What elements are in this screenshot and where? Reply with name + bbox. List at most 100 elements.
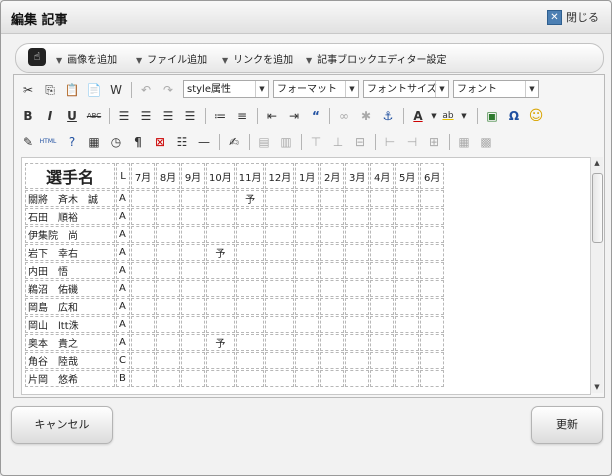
unlink-icon[interactable]: ✱ <box>357 107 375 125</box>
clean-format-icon[interactable]: ✎ <box>19 133 37 151</box>
chevron-down-icon: ▼ <box>255 81 268 97</box>
table-cell-icon[interactable]: ▥ <box>277 133 295 151</box>
update-button[interactable]: 更新 <box>531 406 603 444</box>
hand-icon[interactable]: ☝ <box>28 48 46 66</box>
month-cell <box>206 208 235 225</box>
font-select[interactable]: フォント ▼ <box>453 80 539 98</box>
link-icon[interactable]: ∞ <box>335 107 353 125</box>
underline-icon[interactable]: U <box>63 107 81 125</box>
strikethrough-icon[interactable]: ABC <box>85 107 103 125</box>
table-row-icon[interactable]: ▤ <box>255 133 273 151</box>
month-cell <box>265 352 295 369</box>
editor-content-area[interactable]: 選手名 L 7月 8月 9月 10月 11月 12月 1月 2月 3月 4月 5… <box>21 157 591 395</box>
indent-icon[interactable]: ⇥ <box>285 107 303 125</box>
dialog-title: 編集 記事 <box>11 13 68 28</box>
player-name-cell: 伊集院 尚 <box>25 226 115 243</box>
scroll-down-icon[interactable]: ▼ <box>591 381 603 393</box>
month-cell <box>395 226 420 243</box>
month-cell <box>206 190 235 207</box>
chevron-down-icon[interactable]: ▼ <box>455 107 473 125</box>
editor-scrollbar[interactable]: ▲ ▼ <box>590 157 603 393</box>
align-center-icon[interactable]: ☰ <box>137 107 155 125</box>
bullet-list-icon[interactable]: ≔ <box>211 107 229 125</box>
month-cell <box>345 190 370 207</box>
month-cell <box>235 298 265 315</box>
month-cell <box>320 190 345 207</box>
undo-icon[interactable]: ↶ <box>137 81 155 99</box>
help-icon[interactable]: ? <box>63 133 81 151</box>
line-icon[interactable]: — <box>195 133 213 151</box>
merge-cells-icon[interactable]: ▩ <box>477 133 495 151</box>
image-icon[interactable]: ▣ <box>483 107 501 125</box>
header-cell: 8月 <box>156 163 180 189</box>
paste-word-icon[interactable]: W <box>107 81 125 99</box>
paste-icon[interactable]: 📋 <box>63 81 81 99</box>
menu-block-editor-settings[interactable]: ▼ 記事ブロックエディター設定 <box>306 51 446 66</box>
month-cell <box>420 190 445 207</box>
league-cell: A <box>116 226 130 243</box>
paragraph-icon[interactable]: ¶ <box>129 133 147 151</box>
menu-add-file[interactable]: ▼ ファイル追加 <box>136 51 207 66</box>
scroll-thumb[interactable] <box>592 173 603 243</box>
cut-icon[interactable]: ✂ <box>19 81 37 99</box>
toolbar-separator <box>219 134 220 150</box>
italic-icon[interactable]: I <box>41 107 59 125</box>
header-cell: 12月 <box>265 163 295 189</box>
month-cell <box>320 280 345 297</box>
menu-add-image[interactable]: ▼ 画像を追加 <box>56 51 117 66</box>
redo-icon[interactable]: ↷ <box>159 81 177 99</box>
format-select[interactable]: フォーマット ▼ <box>273 80 359 98</box>
omega-icon[interactable]: Ω <box>505 107 523 125</box>
blockquote-icon[interactable]: “ <box>307 107 325 125</box>
month-cell <box>395 316 420 333</box>
clock-icon[interactable]: ◷ <box>107 133 125 151</box>
menu-add-link[interactable]: ▼ リンクを追加 <box>222 51 293 66</box>
outdent-icon[interactable]: ⇤ <box>263 107 281 125</box>
edit-icon[interactable]: ✍ <box>225 133 243 151</box>
month-cell <box>131 334 155 351</box>
dialog-titlebar: 編集 記事 ✕ 閉じる <box>1 1 611 34</box>
align-right-icon[interactable]: ☰ <box>159 107 177 125</box>
header-cell: 5月 <box>395 163 420 189</box>
table-row: 石田 順裕 A <box>25 208 445 225</box>
player-name-cell: 岩下 幸右 <box>25 244 115 261</box>
insert-row-before-icon[interactable]: ⊤ <box>307 133 325 151</box>
month-cell <box>320 316 345 333</box>
month-cell <box>295 370 320 387</box>
bold-icon[interactable]: B <box>19 107 37 125</box>
align-left-icon[interactable]: ☰ <box>115 107 133 125</box>
month-cell <box>131 208 155 225</box>
copy-icon[interactable]: ⎘ <box>41 81 59 99</box>
calendar-icon[interactable]: ▦ <box>85 133 103 151</box>
month-cell <box>395 190 420 207</box>
insert-row-after-icon[interactable]: ⊥ <box>329 133 347 151</box>
html-source-icon[interactable]: HTML <box>37 133 59 151</box>
close-button[interactable]: ✕ 閉じる <box>547 9 599 25</box>
month-cell <box>265 244 295 261</box>
month-cell <box>206 226 235 243</box>
league-cell: A <box>116 316 130 333</box>
split-cells-icon[interactable]: ▦ <box>455 133 473 151</box>
toolbar-separator <box>301 134 302 150</box>
delete-row-icon[interactable]: ⊟ <box>351 133 369 151</box>
delete-col-icon[interactable]: ⊞ <box>425 133 443 151</box>
cancel-button[interactable]: キャンセル <box>11 406 113 444</box>
month-cell <box>320 370 345 387</box>
month-cell <box>395 208 420 225</box>
font-size-select[interactable]: フォントサイズ ▼ <box>363 80 449 98</box>
anchor-icon[interactable]: ⚓ <box>379 107 397 125</box>
insert-col-after-icon[interactable]: ⊣ <box>403 133 421 151</box>
numbered-list-icon[interactable]: ≡ <box>233 107 251 125</box>
paste-text-icon[interactable]: 📄 <box>85 81 103 99</box>
scroll-up-icon[interactable]: ▲ <box>591 157 603 169</box>
align-justify-icon[interactable]: ☰ <box>181 107 199 125</box>
player-name-cell: 岡山 ltt洙 <box>25 316 115 333</box>
month-cell <box>156 208 180 225</box>
style-select[interactable]: style属性 ▼ <box>183 80 269 98</box>
month-cell <box>370 298 395 315</box>
month-cell <box>370 280 395 297</box>
smiley-icon[interactable]: ☺ <box>527 107 545 125</box>
horizontal-rule-icon[interactable]: ☷ <box>173 133 191 151</box>
insert-col-before-icon[interactable]: ⊢ <box>381 133 399 151</box>
page-break-icon[interactable]: ⊠ <box>151 133 169 151</box>
